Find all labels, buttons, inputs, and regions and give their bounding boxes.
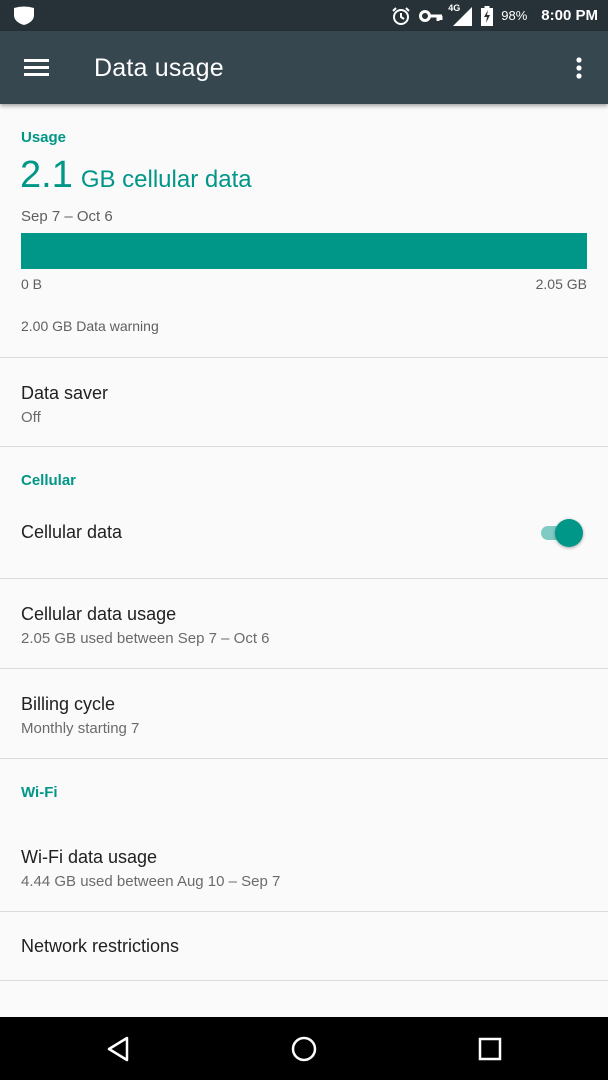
data-saver-item[interactable]: Data saver Off <box>0 358 608 447</box>
usage-unit: GB cellular data <box>80 166 252 193</box>
cellular-signal-icon: 4G <box>448 2 473 27</box>
usage-bar-max: 2.05 GB <box>535 276 587 292</box>
alarm-icon <box>391 6 411 26</box>
status-bar: 4G 98% 8:00 PM <box>0 0 608 31</box>
billing-cycle-summary: Monthly starting 7 <box>21 720 140 737</box>
battery-percent: 98% <box>501 8 528 23</box>
wifi-data-usage-title: Wi-Fi data usage <box>21 847 158 867</box>
wifi-category: Wi-Fi <box>0 759 608 818</box>
toggle-thumb <box>555 519 583 547</box>
shield-icon <box>13 6 35 31</box>
vpn-key-icon <box>419 9 443 23</box>
cellular-data-usage-title: Cellular data usage <box>21 604 177 624</box>
wifi-category-title: Wi-Fi <box>21 784 58 801</box>
status-time: 8:00 PM <box>541 7 598 24</box>
battery-charging-icon <box>481 5 494 26</box>
usage-date-range: Sep 7 – Oct 6 <box>21 208 113 225</box>
usage-summary: Usage 2.1 GB cellular data Sep 7 – Oct 6 … <box>0 104 608 358</box>
usage-bar-min: 0 B <box>21 276 43 292</box>
network-type-label: 4G <box>448 2 461 13</box>
data-saver-title: Data saver <box>21 383 109 403</box>
screen: 4G 98% 8:00 PM Data usage Usage 2.1 GB c… <box>0 0 608 1080</box>
usage-label: Usage <box>21 129 67 146</box>
content: Usage 2.1 GB cellular data Sep 7 – Oct 6 … <box>0 104 608 981</box>
back-icon[interactable] <box>104 1034 134 1064</box>
wifi-data-usage-item[interactable]: Wi-Fi data usage 4.44 GB used between Au… <box>0 818 608 912</box>
usage-number: 2.1 <box>20 154 73 196</box>
cellular-data-usage-item[interactable]: Cellular data usage 2.05 GB used between… <box>0 579 608 669</box>
cellular-data-toggle[interactable] <box>537 518 583 548</box>
cellular-data-usage-summary: 2.05 GB used between Sep 7 – Oct 6 <box>21 630 270 647</box>
home-icon[interactable] <box>289 1034 319 1064</box>
recents-icon[interactable] <box>475 1034 505 1064</box>
cellular-data-title: Cellular data <box>21 522 123 542</box>
billing-cycle-title: Billing cycle <box>21 694 116 714</box>
navigation-bar <box>0 1017 608 1080</box>
usage-bar <box>21 233 587 269</box>
usage-amount: 2.1 GB cellular data <box>20 154 252 197</box>
wifi-data-usage-summary: 4.44 GB used between Aug 10 – Sep 7 <box>21 873 281 890</box>
network-restrictions-item[interactable]: Network restrictions <box>0 912 608 981</box>
cellular-category: Cellular <box>0 447 608 489</box>
usage-bar-fill <box>21 233 587 269</box>
cellular-data-item[interactable]: Cellular data <box>0 488 608 579</box>
data-saver-summary: Off <box>21 409 41 426</box>
menu-icon[interactable] <box>24 55 50 81</box>
network-restrictions-title: Network restrictions <box>21 936 180 956</box>
data-warning: 2.00 GB Data warning <box>21 318 159 334</box>
more-options-icon[interactable] <box>570 56 588 82</box>
status-icons: 4G 98% 8:00 PM <box>391 0 598 31</box>
app-bar: Data usage <box>0 31 608 104</box>
page-title: Data usage <box>94 54 224 82</box>
cellular-category-title: Cellular <box>21 472 77 489</box>
billing-cycle-item[interactable]: Billing cycle Monthly starting 7 <box>0 669 608 759</box>
